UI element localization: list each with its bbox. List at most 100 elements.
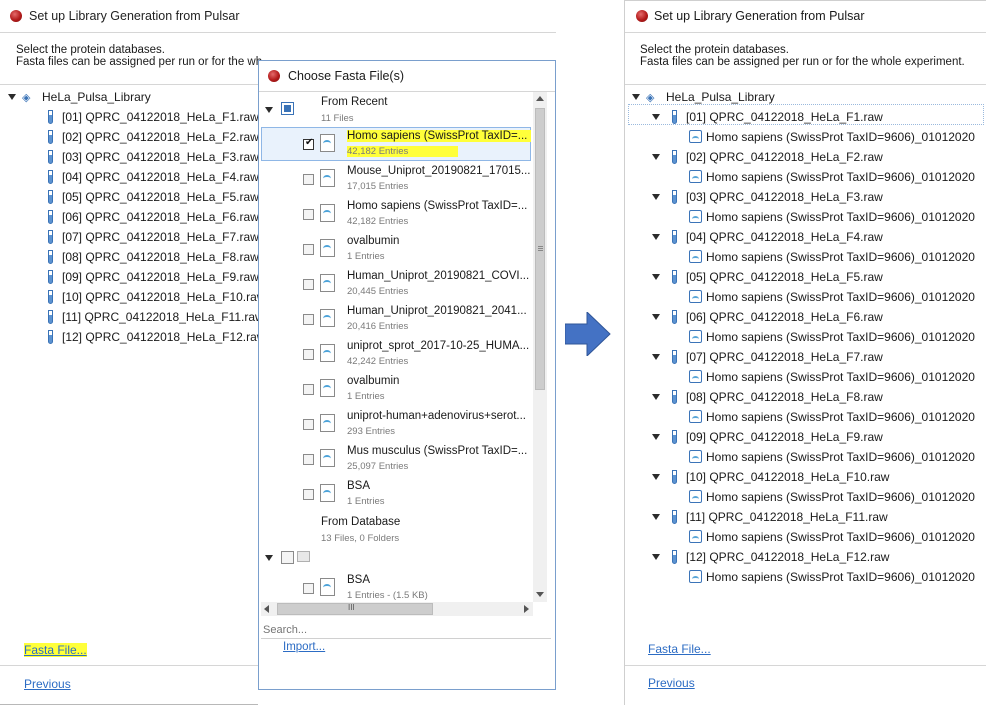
right-title-divider bbox=[625, 32, 986, 33]
run-collapse-icon[interactable] bbox=[652, 114, 660, 120]
assigned-fasta-item[interactable]: Homo sapiens (SwissProt TaxID=9606)_0101… bbox=[706, 370, 975, 384]
left-root-collapse-icon[interactable] bbox=[8, 94, 16, 100]
recent-group-checkbox[interactable] bbox=[281, 102, 294, 115]
left-run-item[interactable]: [03] QPRC_04122018_HeLa_F3.raw bbox=[62, 150, 259, 164]
import-link[interactable]: Import... bbox=[283, 641, 325, 653]
assigned-fasta-item[interactable]: Homo sapiens (SwissProt TaxID=9606)_0101… bbox=[706, 570, 975, 584]
fasta-list-horizontal-scrollbar[interactable]: III bbox=[261, 602, 533, 616]
fasta-checkbox[interactable] bbox=[303, 244, 314, 255]
left-run-item[interactable]: [11] QPRC_04122018_HeLa_F11.raw bbox=[62, 310, 264, 324]
run-collapse-icon[interactable] bbox=[652, 314, 660, 320]
fasta-file-name[interactable]: Human_Uniprot_20190821_2041... bbox=[347, 305, 527, 317]
right-run-item[interactable]: [06] QPRC_04122018_HeLa_F6.raw bbox=[686, 310, 883, 324]
left-run-item[interactable]: [08] QPRC_04122018_HeLa_F8.raw bbox=[62, 250, 259, 264]
left-run-item[interactable]: [12] QPRC_04122018_HeLa_F12.raw bbox=[62, 330, 265, 344]
left-run-item[interactable]: [06] QPRC_04122018_HeLa_F6.raw bbox=[62, 210, 259, 224]
fasta-file-name[interactable]: uniprot-human+adenovirus+serot... bbox=[347, 410, 526, 422]
fasta-checkbox[interactable] bbox=[303, 314, 314, 325]
right-run-item[interactable]: [08] QPRC_04122018_HeLa_F8.raw bbox=[686, 390, 883, 404]
fasta-file-name[interactable]: BSA bbox=[347, 480, 370, 492]
right-fasta-file-link[interactable]: Fasta File... bbox=[648, 642, 711, 656]
right-run-item[interactable]: [03] QPRC_04122018_HeLa_F3.raw bbox=[686, 190, 883, 204]
fasta-checkbox[interactable] bbox=[303, 349, 314, 360]
fasta-file-icon bbox=[320, 379, 335, 397]
right-run-item[interactable]: [07] QPRC_04122018_HeLa_F7.raw bbox=[686, 350, 883, 364]
left-run-item[interactable]: [05] QPRC_04122018_HeLa_F5.raw bbox=[62, 190, 259, 204]
fasta-file-name[interactable]: ovalbumin bbox=[347, 375, 399, 387]
horizontal-scroll-thumb[interactable]: III bbox=[277, 603, 433, 615]
right-run-item[interactable]: [01] QPRC_04122018_HeLa_F1.raw bbox=[686, 110, 883, 124]
right-run-item[interactable]: [05] QPRC_04122018_HeLa_F5.raw bbox=[686, 270, 883, 284]
assigned-fasta-item[interactable]: Homo sapiens (SwissProt TaxID=9606)_0101… bbox=[706, 450, 975, 464]
fasta-file-name[interactable]: Mus musculus (SwissProt TaxID=... bbox=[347, 445, 527, 457]
assigned-fasta-item[interactable]: Homo sapiens (SwissProt TaxID=9606)_0101… bbox=[706, 250, 975, 264]
fasta-checkbox[interactable] bbox=[303, 454, 314, 465]
right-run-item[interactable]: [04] QPRC_04122018_HeLa_F4.raw bbox=[686, 230, 883, 244]
right-root-collapse-icon[interactable] bbox=[632, 94, 640, 100]
right-run-item[interactable]: [10] QPRC_04122018_HeLa_F10.raw bbox=[686, 470, 889, 484]
assigned-fasta-item[interactable]: Homo sapiens (SwissProt TaxID=9606)_0101… bbox=[706, 530, 975, 544]
right-run-item[interactable]: [09] QPRC_04122018_HeLa_F9.raw bbox=[686, 430, 883, 444]
fasta-checkbox[interactable] bbox=[303, 279, 314, 290]
right-root-node[interactable]: HeLa_Pulsa_Library bbox=[666, 90, 775, 104]
fasta-checkbox[interactable] bbox=[303, 583, 314, 594]
scroll-up-icon[interactable] bbox=[536, 96, 544, 101]
fasta-file-name[interactable]: Mouse_Uniprot_20190821_17015... bbox=[347, 165, 531, 177]
right-run-item[interactable]: [02] QPRC_04122018_HeLa_F2.raw bbox=[686, 150, 883, 164]
fasta-file-name[interactable]: Human_Uniprot_20190821_COVI... bbox=[347, 270, 529, 282]
run-collapse-icon[interactable] bbox=[652, 354, 660, 360]
run-collapse-icon[interactable] bbox=[652, 234, 660, 240]
left-run-item[interactable]: [04] QPRC_04122018_HeLa_F4.raw bbox=[62, 170, 259, 184]
raw-file-icon bbox=[672, 390, 677, 404]
right-previous-link[interactable]: Previous bbox=[648, 676, 695, 690]
run-collapse-icon[interactable] bbox=[652, 154, 660, 160]
assigned-fasta-item[interactable]: Homo sapiens (SwissProt TaxID=9606)_0101… bbox=[706, 290, 975, 304]
fasta-file-name[interactable]: Homo sapiens (SwissProt TaxID=... bbox=[347, 130, 531, 142]
recent-group-header: From Recent bbox=[321, 96, 388, 108]
right-run-item[interactable]: [11] QPRC_04122018_HeLa_F11.raw bbox=[686, 510, 888, 524]
database-group-checkbox[interactable] bbox=[281, 551, 294, 564]
fasta-checkbox[interactable] bbox=[303, 137, 314, 150]
scroll-left-icon[interactable] bbox=[264, 605, 269, 613]
assigned-fasta-item[interactable]: Homo sapiens (SwissProt TaxID=9606)_0101… bbox=[706, 210, 975, 224]
left-root-node[interactable]: HeLa_Pulsa_Library bbox=[42, 90, 151, 104]
run-collapse-icon[interactable] bbox=[652, 474, 660, 480]
left-run-item[interactable]: [09] QPRC_04122018_HeLa_F9.raw bbox=[62, 270, 259, 284]
left-previous-link[interactable]: Previous bbox=[24, 677, 71, 691]
fasta-file-name[interactable]: uniprot_sprot_2017-10-25_HUMA... bbox=[347, 340, 529, 352]
fasta-checkbox[interactable] bbox=[303, 489, 314, 500]
fasta-checkbox[interactable] bbox=[303, 384, 314, 395]
left-run-item[interactable]: [10] QPRC_04122018_HeLa_F10.raw bbox=[62, 290, 265, 304]
fasta-checkbox[interactable] bbox=[303, 419, 314, 430]
dialog-logo-icon bbox=[268, 70, 280, 82]
fasta-checkbox[interactable] bbox=[303, 174, 314, 185]
fasta-list-vertical-scrollbar[interactable] bbox=[533, 92, 547, 602]
run-collapse-icon[interactable] bbox=[652, 274, 660, 280]
raw-file-icon bbox=[48, 330, 53, 344]
assigned-fasta-item[interactable]: Homo sapiens (SwissProt TaxID=9606)_0101… bbox=[706, 410, 975, 424]
fasta-search-input[interactable] bbox=[261, 621, 551, 639]
scroll-down-icon[interactable] bbox=[536, 592, 544, 597]
left-fasta-file-link[interactable]: Fasta File... bbox=[24, 643, 87, 657]
run-collapse-icon[interactable] bbox=[652, 194, 660, 200]
fasta-checkbox[interactable] bbox=[303, 209, 314, 220]
assigned-fasta-item[interactable]: Homo sapiens (SwissProt TaxID=9606)_0101… bbox=[706, 130, 975, 144]
run-collapse-icon[interactable] bbox=[652, 514, 660, 520]
run-collapse-icon[interactable] bbox=[652, 554, 660, 560]
database-collapse-icon[interactable] bbox=[265, 555, 273, 561]
fasta-file-name[interactable]: Homo sapiens (SwissProt TaxID=... bbox=[347, 200, 527, 212]
run-collapse-icon[interactable] bbox=[652, 394, 660, 400]
assigned-fasta-item[interactable]: Homo sapiens (SwissProt TaxID=9606)_0101… bbox=[706, 330, 975, 344]
left-run-item[interactable]: [01] QPRC_04122018_HeLa_F1.raw bbox=[62, 110, 259, 124]
scroll-right-icon[interactable] bbox=[524, 605, 529, 613]
vertical-scroll-thumb[interactable] bbox=[535, 108, 545, 390]
assigned-fasta-item[interactable]: Homo sapiens (SwissProt TaxID=9606)_0101… bbox=[706, 490, 975, 504]
left-run-item[interactable]: [07] QPRC_04122018_HeLa_F7.raw bbox=[62, 230, 259, 244]
fasta-file-name[interactable]: BSA bbox=[347, 574, 370, 586]
run-collapse-icon[interactable] bbox=[652, 434, 660, 440]
recent-collapse-icon[interactable] bbox=[265, 107, 273, 113]
fasta-file-name[interactable]: ovalbumin bbox=[347, 235, 399, 247]
left-run-item[interactable]: [02] QPRC_04122018_HeLa_F2.raw bbox=[62, 130, 259, 144]
right-run-item[interactable]: [12] QPRC_04122018_HeLa_F12.raw bbox=[686, 550, 889, 564]
assigned-fasta-item[interactable]: Homo sapiens (SwissProt TaxID=9606)_0101… bbox=[706, 170, 975, 184]
